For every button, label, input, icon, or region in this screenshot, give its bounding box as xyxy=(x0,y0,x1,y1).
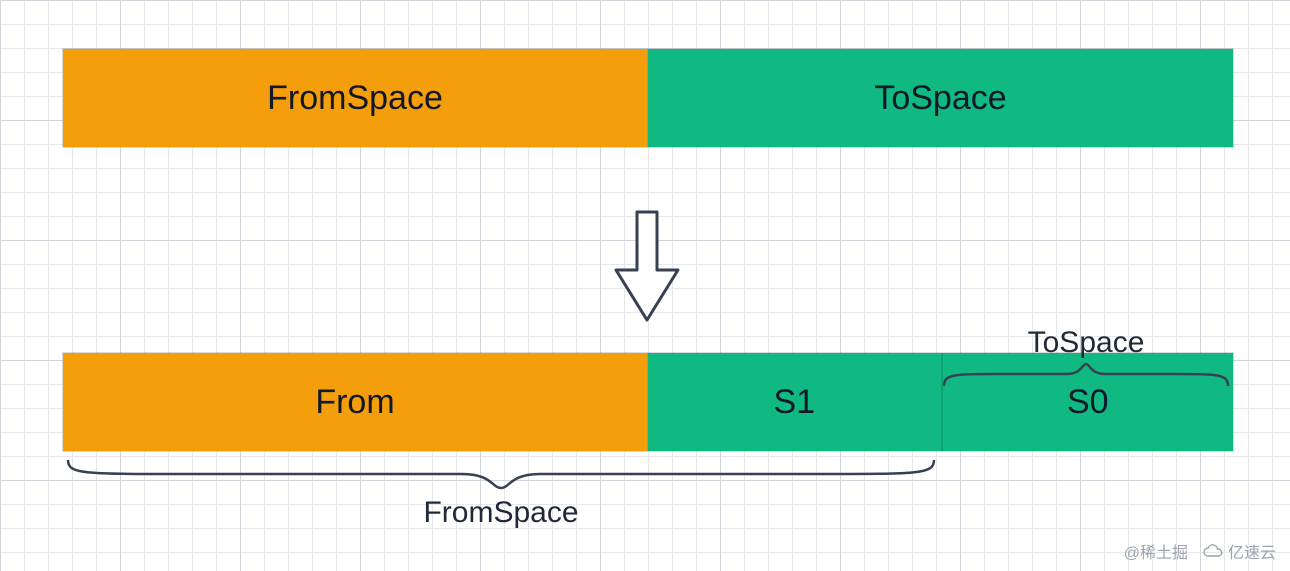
s1-block: S1 xyxy=(648,353,941,451)
tospace-brace-icon xyxy=(940,360,1232,395)
watermark-yisu: 亿速云 xyxy=(1202,539,1276,563)
from-label: From xyxy=(315,383,394,422)
memory-row-before: FromSpace ToSpace xyxy=(62,48,1234,148)
fromspace-brace-icon xyxy=(62,454,940,499)
fromspace-brace-label: FromSpace xyxy=(62,496,940,530)
cloud-icon xyxy=(1202,544,1224,563)
tospace-block: ToSpace xyxy=(648,49,1233,147)
diagram-stage: FromSpace ToSpace ToSpace From S1 S0 xyxy=(62,48,1232,452)
tospace-brace-label: ToSpace xyxy=(940,326,1232,360)
from-block: From xyxy=(63,353,648,451)
watermark-yisu-text: 亿速云 xyxy=(1228,545,1276,562)
watermark: @稀土掘 亿速云 xyxy=(1124,539,1276,563)
fromspace-block: FromSpace xyxy=(63,49,648,147)
fromspace-label: FromSpace xyxy=(267,79,443,118)
watermark-juejin: @稀土掘 xyxy=(1124,539,1188,563)
s1-label: S1 xyxy=(773,383,815,422)
tospace-label: ToSpace xyxy=(874,79,1006,118)
down-arrow-icon xyxy=(608,208,686,333)
